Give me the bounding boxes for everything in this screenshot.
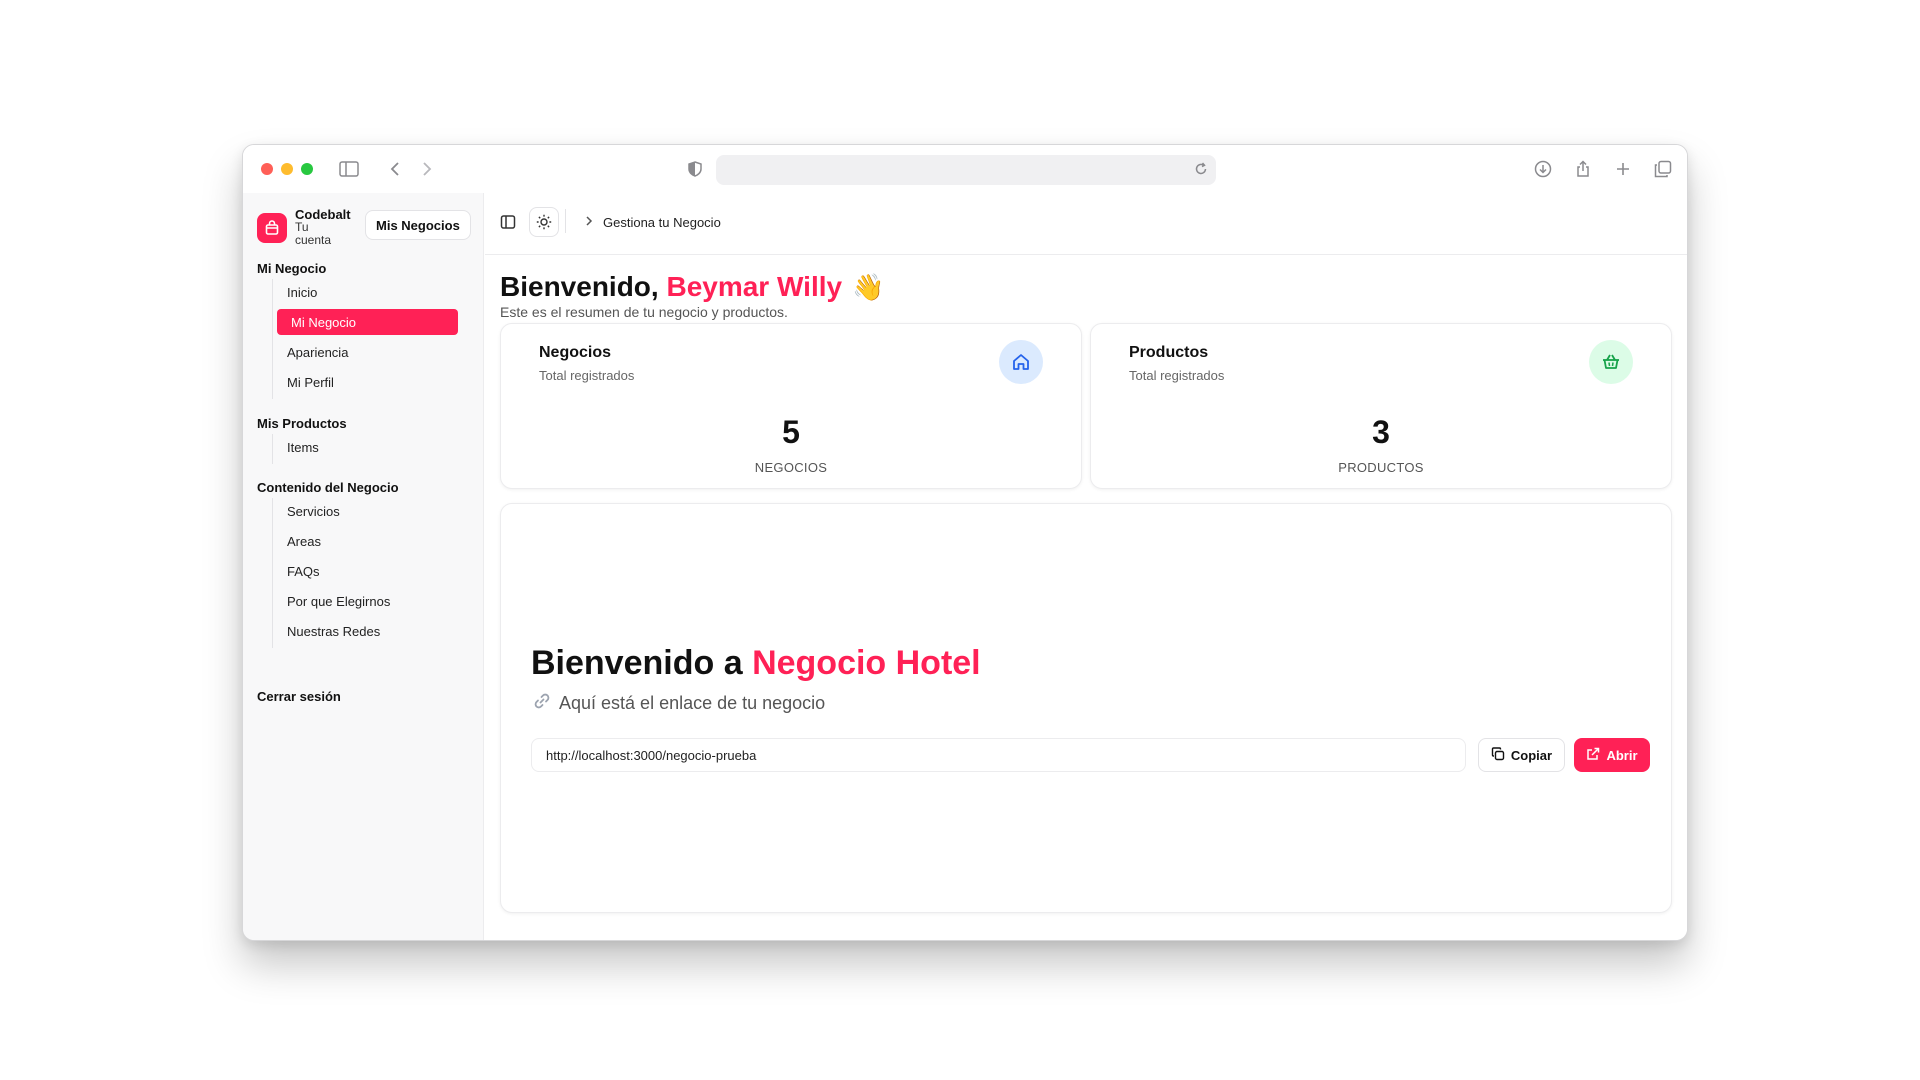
nav-list-contenido: Servicios Areas FAQs Por que Elegirnos N… [272, 498, 455, 648]
nav-list-mis-productos: Items [272, 434, 455, 464]
sun-icon [536, 214, 552, 230]
back-icon[interactable] [383, 157, 407, 181]
stat-value: 3 [1372, 414, 1390, 450]
forward-icon[interactable] [415, 157, 439, 181]
nav-list-mi-negocio: Inicio Mi Negocio Apariencia Mi Perfil [272, 279, 458, 399]
chevron-right-icon [585, 215, 593, 230]
tabs-overview-icon[interactable] [1651, 157, 1675, 181]
brand[interactable]: Codebalt Tu cuenta [257, 208, 351, 247]
sidebar-toggle-icon[interactable] [337, 157, 361, 181]
window-controls [261, 163, 313, 175]
sidebar-item-mi-negocio[interactable]: Mi Negocio [277, 309, 458, 335]
sidebar-item-por-que-elegirnos[interactable]: Por que Elegirnos [273, 588, 455, 614]
page-subtitle: Este es el resumen de tu negocio y produ… [500, 304, 788, 320]
business-title: Bienvenido a Negocio Hotel [531, 644, 981, 683]
business-link-subtitle-text: Aquí está el enlace de tu negocio [559, 693, 826, 713]
stat-title: Negocios [539, 344, 612, 361]
sidebar-item-mi-perfil[interactable]: Mi Perfil [273, 369, 455, 395]
brand-subtitle: Tu cuenta [295, 220, 332, 247]
store-icon [257, 212, 287, 243]
business-name: Negocio Hotel [752, 644, 981, 682]
panel-toggle-button[interactable] [493, 207, 523, 237]
stat-card-negocios: Negocios Total registrados 5 NEGOCIOS [500, 323, 1082, 489]
business-url-field[interactable] [531, 738, 1466, 772]
close-window-button[interactable] [261, 163, 273, 175]
sidebar-item-servicios[interactable]: Servicios [273, 498, 455, 524]
sidebar-item-faqs[interactable]: FAQs [273, 558, 455, 584]
sidebar-item-nuestras-redes[interactable]: Nuestras Redes [273, 618, 455, 644]
copy-label: Copiar [1510, 747, 1553, 763]
link-icon [533, 692, 551, 715]
stat-title: Productos [1129, 344, 1209, 361]
copy-icon [1491, 746, 1505, 764]
nav-group-contenido: Contenido del Negocio [257, 480, 399, 495]
share-icon[interactable] [1571, 157, 1595, 181]
basket-icon [1589, 340, 1633, 384]
stat-unit: PRODUCTOS [1338, 460, 1424, 475]
home-icon [999, 340, 1043, 384]
business-link-card: Bienvenido a Negocio Hotel Aquí está el … [500, 503, 1672, 913]
logout-link[interactable]: Cerrar sesión [257, 689, 341, 704]
reload-icon[interactable] [1194, 162, 1208, 181]
user-name: Beymar Willy [666, 271, 843, 302]
shield-icon[interactable] [683, 157, 707, 181]
sidebar-item-apariencia[interactable]: Apariencia [273, 339, 455, 365]
breadcrumb-divider [565, 209, 566, 233]
open-label: Abrir [1606, 747, 1638, 763]
minimize-window-button[interactable] [281, 163, 293, 175]
browser-window: Codebalt Tu cuenta Mis Negocios Mi Negoc… [242, 144, 1688, 941]
sidebar-item-inicio[interactable]: Inicio [273, 279, 455, 305]
external-link-icon [1586, 747, 1600, 764]
nav-group-mi-negocio: Mi Negocio [257, 261, 327, 276]
browser-titlebar [243, 145, 1687, 193]
address-bar[interactable] [716, 155, 1216, 185]
sidebar-item-items[interactable]: Items [273, 434, 455, 460]
stat-subtitle: Total registrados [539, 368, 635, 383]
new-tab-icon[interactable] [1611, 157, 1635, 181]
app-topbar: Gestiona tu Negocio [485, 193, 1687, 255]
business-title-prefix: Bienvenido a [531, 644, 753, 682]
main-content: Gestiona tu Negocio Bienvenido, Beymar W… [485, 193, 1687, 940]
download-icon[interactable] [1531, 157, 1555, 181]
mis-negocios-button[interactable]: Mis Negocios [365, 210, 471, 240]
theme-toggle-button[interactable] [529, 207, 559, 237]
stat-subtitle: Total registrados [1129, 368, 1225, 383]
welcome-prefix: Bienvenido, [500, 271, 667, 302]
panel-icon [500, 215, 516, 229]
open-button[interactable]: Abrir [1574, 738, 1650, 772]
nav-group-mis-productos: Mis Productos [257, 416, 347, 431]
breadcrumb: Gestiona tu Negocio [585, 215, 721, 230]
app-sidebar: Codebalt Tu cuenta Mis Negocios Mi Negoc… [243, 193, 484, 940]
stat-card-productos: Productos Total registrados 3 PRODUCTOS [1090, 323, 1672, 489]
stat-value: 5 [782, 414, 800, 450]
maximize-window-button[interactable] [301, 163, 313, 175]
sidebar-item-areas[interactable]: Areas [273, 528, 455, 554]
page-title: Bienvenido, Beymar Willy 👋 [500, 271, 884, 303]
business-link-subtitle: Aquí está el enlace de tu negocio [533, 692, 825, 715]
stat-unit: NEGOCIOS [754, 460, 828, 475]
waving-hand-icon: 👋 [852, 271, 885, 302]
breadcrumb-current[interactable]: Gestiona tu Negocio [603, 215, 721, 230]
copy-button[interactable]: Copiar [1478, 738, 1565, 772]
